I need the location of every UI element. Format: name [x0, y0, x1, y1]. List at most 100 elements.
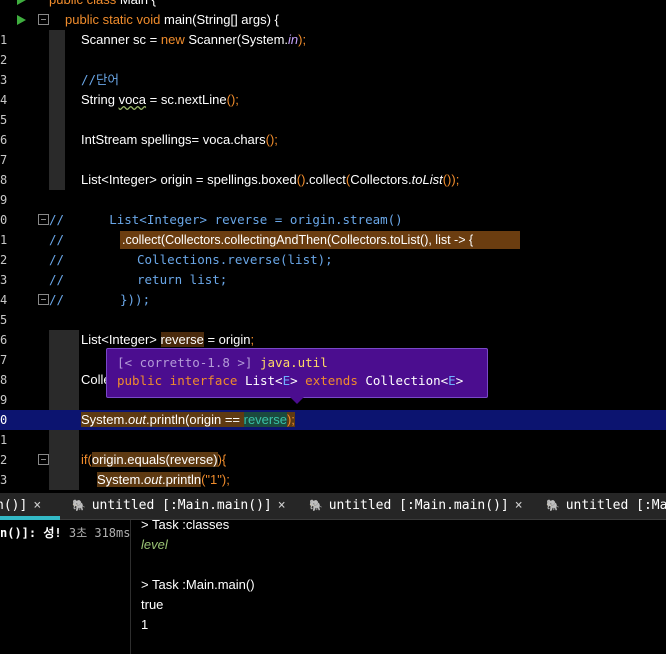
code-text: Scanner sc = new Scanner(System.in);: [81, 32, 307, 47]
line-number: 4: [0, 293, 8, 307]
code-editor[interactable]: public class Main { public static void m…: [0, 0, 666, 493]
line-number: 1: [0, 233, 8, 247]
line-number: 6: [0, 133, 8, 147]
line-number: 2: [0, 53, 8, 67]
console-line: level: [141, 537, 168, 552]
tooltip-sdk: [< corretto-1.8 >]: [117, 355, 260, 370]
fold-icon[interactable]: [38, 454, 49, 465]
run-status-label: n()]: 성!: [0, 526, 62, 540]
code-line[interactable]: 7: [0, 150, 666, 170]
code-line[interactable]: 6 List<Integer> reverse = origin;: [0, 330, 666, 350]
tab-label: n()]: [0, 498, 28, 513]
code-line[interactable]: 4 String voca = sc.nextLine();: [0, 90, 666, 110]
fold-icon[interactable]: [38, 214, 49, 225]
code-comment: //: [49, 272, 65, 287]
code-line[interactable]: 1: [0, 430, 666, 450]
code-text: if(origin.equals(reverse)){: [81, 452, 227, 467]
line-number: 9: [0, 393, 8, 407]
code-text: String voca = sc.nextLine();: [81, 92, 239, 107]
code-line[interactable]: 1 // .collect(Collectors.collectingAndTh…: [0, 230, 666, 250]
console-line: 1: [141, 617, 149, 632]
tooltip-bracket: >: [290, 373, 298, 388]
run-tree[interactable]: n()]: 성! 3초 318ms: [0, 520, 131, 654]
code-text: System.out.println(origin == reverse);: [81, 412, 295, 427]
fold-icon[interactable]: [38, 14, 49, 25]
code-line[interactable]: 1 Scanner sc = new Scanner(System.in);: [0, 30, 666, 50]
code-text: List<Integer> origin = spellings.boxed()…: [81, 172, 460, 187]
line-number: 7: [0, 153, 8, 167]
code-line[interactable]: public class Main {: [0, 0, 666, 10]
console-output[interactable]: > Task :classes level > Task :Main.main(…: [131, 520, 666, 654]
code-line[interactable]: 9: [0, 190, 666, 210]
run-icon[interactable]: [16, 0, 27, 6]
console-line: > Task :classes: [141, 520, 230, 532]
tooltip-line-2: public interface List<E> extends Collect…: [117, 372, 463, 390]
tooltip-type: Collection: [365, 373, 441, 388]
tooltip-type: List: [244, 373, 276, 388]
line-number: 4: [0, 93, 8, 107]
code-comment: //: [49, 292, 65, 307]
line-number: 9: [0, 193, 8, 207]
code-line[interactable]: 3 // return list;: [0, 270, 666, 290]
code-comment: //단어: [81, 72, 120, 87]
run-duration: 3초 318ms: [68, 526, 131, 540]
line-number: 1: [0, 33, 8, 47]
gradle-icon: 🐘: [546, 499, 560, 512]
tooltip-package: java.util: [260, 355, 328, 370]
console-line: > Task :Main.main(): [141, 577, 255, 592]
tooltip-bracket: <: [275, 373, 283, 388]
code-line[interactable]: 2: [0, 50, 666, 70]
code-line[interactable]: 5: [0, 310, 666, 330]
run-icon[interactable]: [16, 15, 27, 26]
code-text: public class Main {: [49, 0, 156, 10]
code-line[interactable]: 8 List<Integer> origin = spellings.boxed…: [0, 170, 666, 190]
run-tab[interactable]: 🐘 untitled [:Main.main()] ×: [309, 493, 523, 519]
line-number: 5: [0, 313, 8, 327]
gradle-icon: 🐘: [309, 499, 323, 512]
code-comment: Collections.reverse(list);: [137, 252, 333, 267]
line-number: 8: [0, 173, 8, 187]
code-line[interactable]: 2 if(origin.equals(reverse)){: [0, 450, 666, 470]
line-number: 2: [0, 253, 8, 267]
gradle-icon: 🐘: [72, 499, 86, 512]
line-number: 3: [0, 73, 8, 87]
console-line: true: [141, 597, 164, 612]
code-comment: // List<Integer> reverse = origin.stream…: [49, 212, 403, 227]
code-comment: return list;: [137, 272, 228, 287]
tooltip-arrow: [290, 397, 304, 404]
run-tab-bar: n()] × 🐘 untitled [:Main.main()] × 🐘 untitle…: [0, 493, 666, 520]
code-line-current[interactable]: 0 System.out.println(origin == reverse);: [0, 410, 666, 430]
line-number: 0: [0, 213, 8, 227]
close-icon[interactable]: ×: [278, 498, 286, 513]
line-number: 5: [0, 113, 8, 127]
run-tab[interactable]: 🐘 untitled [:Ma: [546, 493, 666, 519]
code-line[interactable]: 3 System.out.println("1");: [0, 470, 666, 490]
line-number: 8: [0, 373, 8, 387]
code-comment: //: [49, 252, 65, 267]
run-tab[interactable]: 🐘 untitled [:Main.main()] ×: [72, 493, 286, 519]
code-line[interactable]: 0 // List<Integer> reverse = origin.stre…: [0, 210, 666, 230]
fold-icon[interactable]: [38, 294, 49, 305]
line-number: 0: [0, 413, 8, 427]
code-line[interactable]: 6 IntStream spellings= voca.chars();: [0, 130, 666, 150]
code-line[interactable]: public static void main(String[] args) {: [0, 10, 666, 30]
code-line[interactable]: 5: [0, 110, 666, 130]
tooltip-generic: E: [448, 373, 456, 388]
code-text: .collect(Collectors.collectingAndThen(Co…: [122, 233, 474, 247]
line-number: 7: [0, 353, 8, 367]
close-icon[interactable]: ×: [33, 498, 41, 513]
code-line[interactable]: 2 // Collections.reverse(list);: [0, 250, 666, 270]
code-comment: }));: [120, 292, 151, 307]
tab-label: untitled [:Main.main()]: [91, 498, 272, 513]
run-status[interactable]: n()]: 성! 3초 318ms: [0, 524, 130, 541]
code-line[interactable]: 4 // }));: [0, 290, 666, 310]
line-number: 3: [0, 273, 8, 287]
close-icon[interactable]: ×: [515, 498, 523, 513]
tooltip-generic: E: [282, 373, 291, 388]
tab-label: untitled [:Main.main()]: [328, 498, 509, 513]
line-number: 1: [0, 433, 8, 447]
tooltip-keyword: extends: [297, 373, 366, 388]
code-comment: //: [49, 232, 65, 247]
code-line[interactable]: 3 //단어: [0, 70, 666, 90]
line-number: 3: [0, 473, 8, 487]
